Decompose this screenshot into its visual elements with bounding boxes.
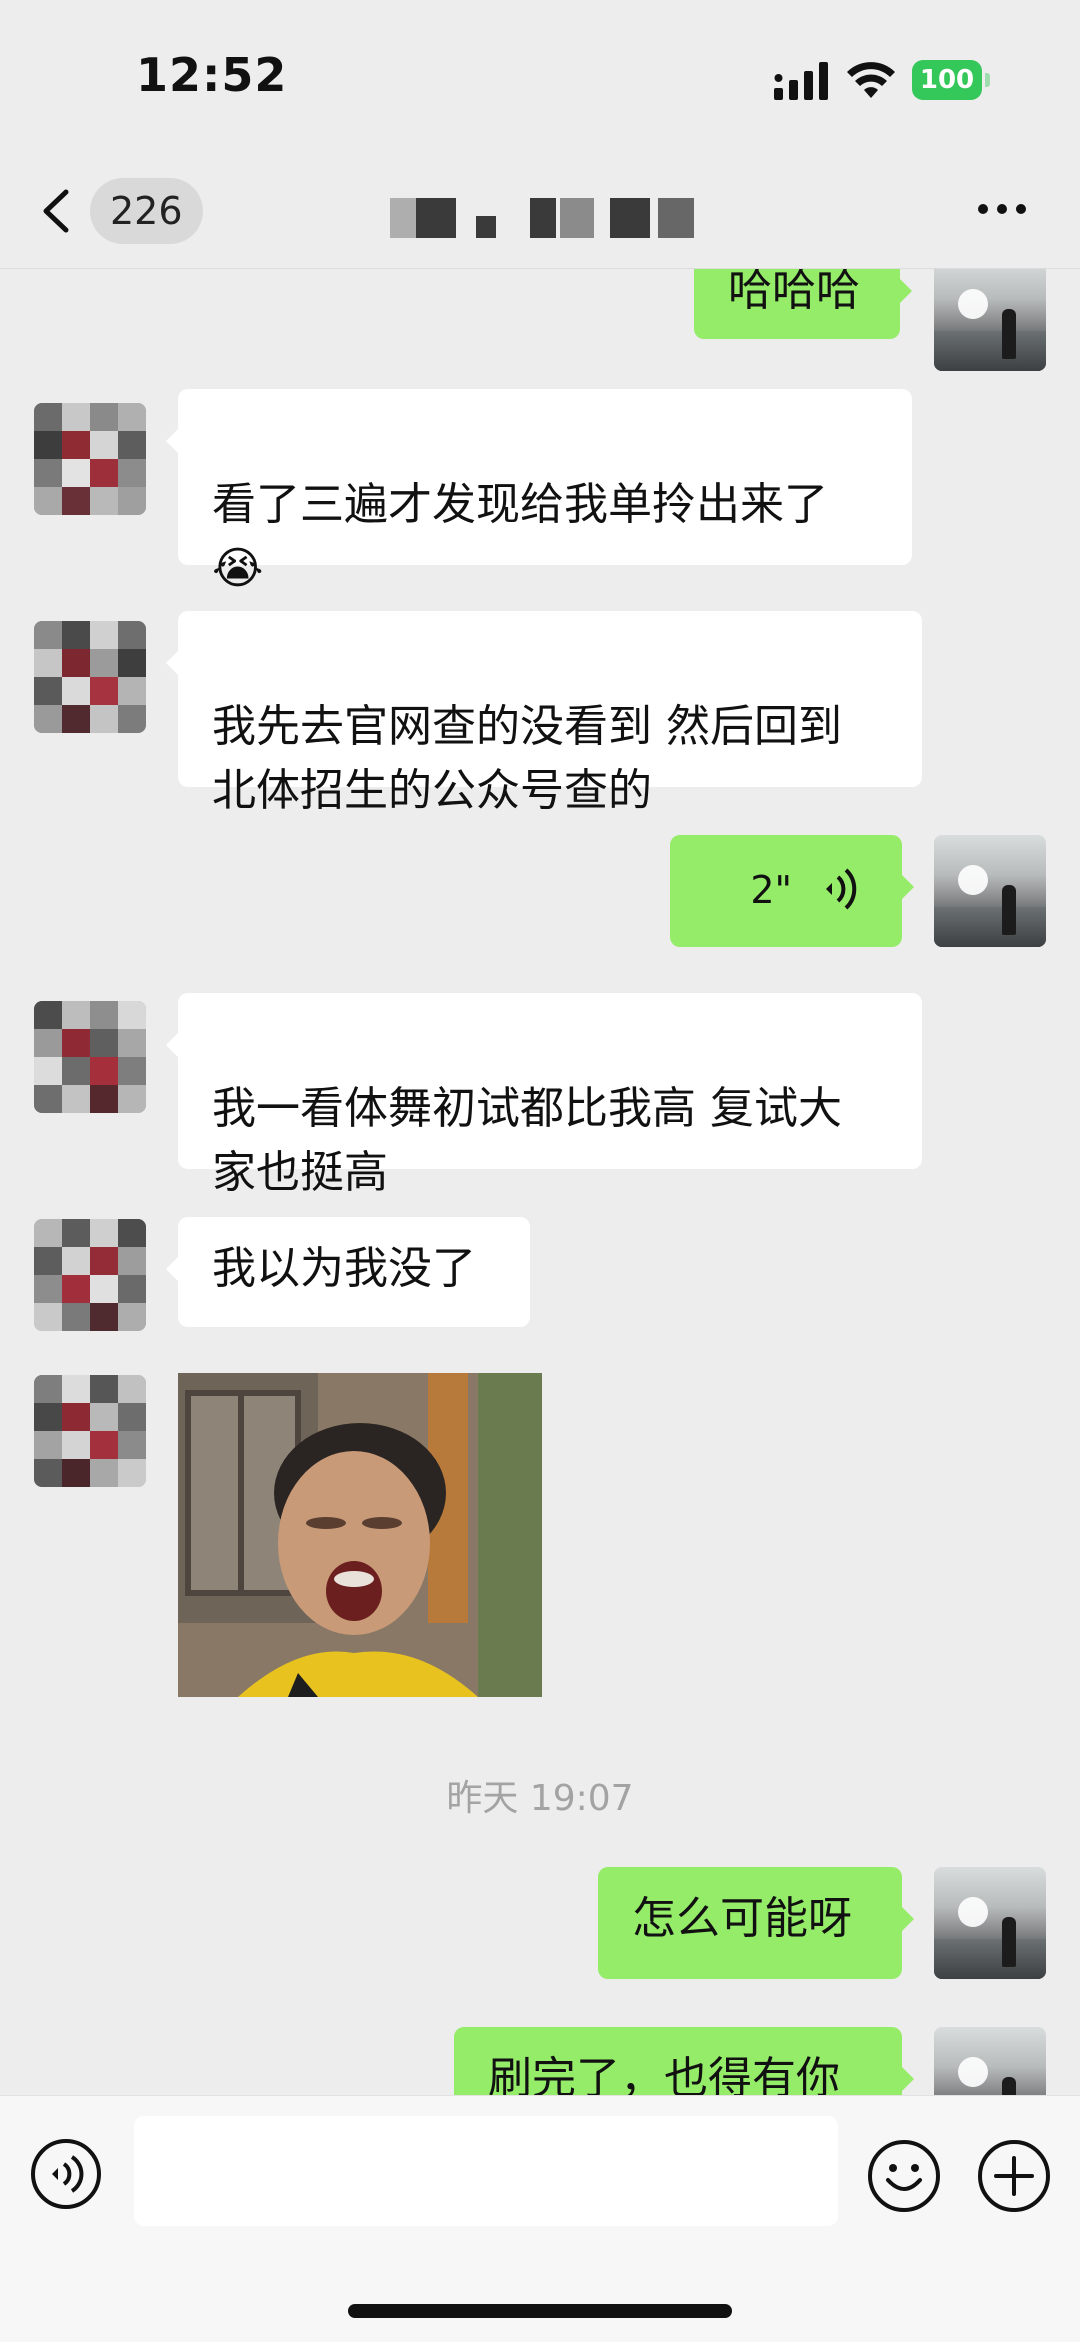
contact-name-redacted xyxy=(380,198,720,238)
message-bubble[interactable]: 我一看体舞初试都比我高 复试大 家也挺高 xyxy=(166,993,922,1198)
battery-level: 100 xyxy=(912,60,982,100)
status-time: 12:52 xyxy=(136,48,288,102)
avatar[interactable] xyxy=(34,1375,146,1487)
message-bubble[interactable]: 看了三遍才发现给我单拎出来了 😭 xyxy=(166,389,912,594)
voice-wave-icon xyxy=(826,868,857,910)
message-text: 怎么可能呀 xyxy=(632,1893,852,1944)
emoji-icon[interactable] xyxy=(866,2138,942,2214)
chevron-left-icon xyxy=(43,189,69,233)
avatar[interactable] xyxy=(34,1001,146,1113)
avatar[interactable] xyxy=(934,835,1046,947)
chat-timestamp: 昨天 19:07 xyxy=(446,1778,634,1819)
voice-duration: 2" xyxy=(750,868,792,912)
message-bubble[interactable]: 刷完了，也得有你 xyxy=(454,2027,914,2095)
avatar[interactable] xyxy=(34,1219,146,1331)
voice-toggle-icon[interactable] xyxy=(30,2138,102,2210)
signal-bars-icon xyxy=(774,62,828,100)
more-dots-icon[interactable] xyxy=(976,202,1028,216)
chat-message-list[interactable]: 哈哈哈 看了三遍才发现给我单拎出来了 😭 我先去官网查的没看到 然后回到 北体招… xyxy=(0,269,1080,2095)
unread-count-badge: 226 xyxy=(90,178,203,244)
message-bubble[interactable]: 哈哈哈 xyxy=(694,269,912,339)
message-text: 我先去官网查的没看到 然后回到 北体招生的公众号查的 xyxy=(212,701,842,816)
battery-indicator: 100 xyxy=(912,60,992,100)
sticker-image xyxy=(178,1373,542,1697)
plus-icon[interactable] xyxy=(976,2138,1052,2214)
message-bubble[interactable]: 我以为我没了 xyxy=(166,1217,530,1327)
message-text: 刷完了，也得有你 xyxy=(488,2053,840,2095)
chat-input-bar xyxy=(0,2095,1080,2342)
avatar[interactable] xyxy=(934,269,1046,371)
crying-boy-sticker[interactable] xyxy=(178,1373,542,1697)
status-bar: 12:52 100 xyxy=(0,0,1080,150)
voice-message-bubble[interactable]: 2" xyxy=(670,835,914,947)
avatar[interactable] xyxy=(934,1867,1046,1979)
home-indicator[interactable] xyxy=(348,2304,732,2318)
chat-header: 226 xyxy=(0,150,1080,269)
message-input[interactable] xyxy=(134,2116,838,2226)
message-bubble[interactable]: 怎么可能呀 xyxy=(598,1867,914,1979)
avatar[interactable] xyxy=(34,403,146,515)
message-text: 我以为我没了 xyxy=(212,1243,476,1294)
battery-tip xyxy=(985,73,990,87)
wifi-icon xyxy=(847,62,895,98)
message-text: 哈哈哈 xyxy=(728,269,860,316)
avatar[interactable] xyxy=(34,621,146,733)
message-text: 看了三遍才发现给我单拎出来了 😭 xyxy=(212,479,828,594)
avatar[interactable] xyxy=(934,2027,1046,2095)
message-bubble[interactable]: 我先去官网查的没看到 然后回到 北体招生的公众号查的 xyxy=(166,611,922,816)
back-button[interactable]: 226 xyxy=(36,178,206,244)
message-text: 我一看体舞初试都比我高 复试大 家也挺高 xyxy=(212,1083,842,1198)
